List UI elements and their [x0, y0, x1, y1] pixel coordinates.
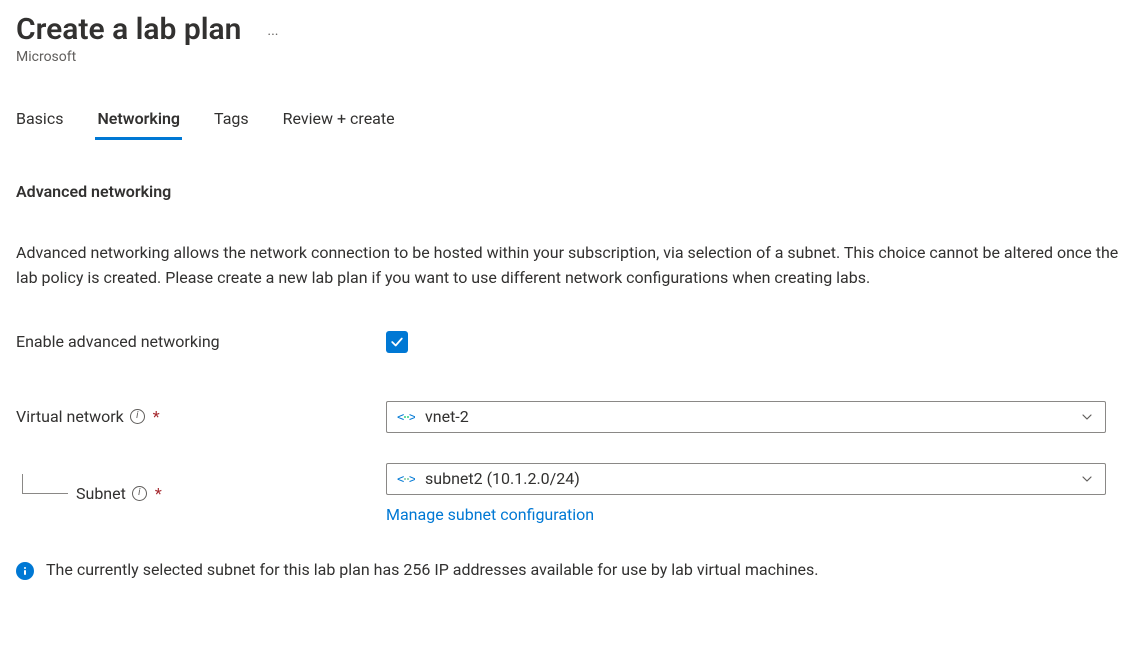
- page-header: Create a lab plan ···: [16, 12, 1128, 47]
- tree-indent-icon: [22, 474, 68, 494]
- tab-networking[interactable]: Networking: [97, 99, 180, 140]
- info-icon[interactable]: i: [130, 409, 145, 424]
- svg-text:>: >: [409, 411, 415, 423]
- page-subtitle: Microsoft: [16, 49, 1128, 65]
- row-virtual-network: Virtual network i * < > vnet-2: [16, 401, 1128, 433]
- chevron-down-icon: [1079, 471, 1095, 487]
- field-enable-advanced-networking: [386, 331, 1106, 353]
- enable-label-text: Enable advanced networking: [16, 332, 220, 351]
- field-subnet: < > subnet2 (10.1.2.0/24) Manage subnet …: [386, 463, 1106, 524]
- svg-text:>: >: [409, 473, 415, 485]
- subnet-label-text: Subnet: [76, 484, 126, 503]
- section-heading: Advanced networking: [16, 182, 1128, 201]
- row-enable-advanced-networking: Enable advanced networking: [16, 331, 1128, 353]
- subnet-info-text: The currently selected subnet for this l…: [46, 560, 819, 579]
- enable-advanced-networking-checkbox[interactable]: [386, 331, 408, 353]
- label-enable-advanced-networking: Enable advanced networking: [16, 332, 386, 351]
- label-subnet: Subnet i *: [16, 484, 386, 503]
- tab-review-create[interactable]: Review + create: [283, 99, 395, 140]
- wizard-tabs: Basics Networking Tags Review + create: [16, 99, 1128, 140]
- chevron-down-icon: [1079, 409, 1095, 425]
- vnet-icon: < >: [397, 410, 415, 424]
- required-icon: *: [153, 407, 160, 426]
- tab-basics[interactable]: Basics: [16, 99, 63, 140]
- row-subnet: Subnet i * < > subnet2 (10.1.2.0/24): [16, 463, 1128, 524]
- checkmark-icon: [390, 335, 404, 349]
- more-actions-button[interactable]: ···: [267, 17, 278, 43]
- required-icon: *: [155, 484, 162, 503]
- subnet-info-banner: The currently selected subnet for this l…: [16, 560, 1128, 580]
- page-title: Create a lab plan: [16, 12, 241, 47]
- info-badge-icon: [16, 562, 34, 580]
- section-description: Advanced networking allows the network c…: [16, 241, 1121, 291]
- virtual-network-dropdown[interactable]: < > vnet-2: [386, 401, 1106, 433]
- tab-tags[interactable]: Tags: [214, 99, 249, 140]
- manage-subnet-configuration-link[interactable]: Manage subnet configuration: [386, 505, 1106, 524]
- create-lab-plan-page: Create a lab plan ··· Microsoft Basics N…: [0, 0, 1144, 610]
- virtual-network-label-text: Virtual network: [16, 407, 124, 426]
- label-virtual-network: Virtual network i *: [16, 407, 386, 426]
- subnet-dropdown[interactable]: < > subnet2 (10.1.2.0/24): [386, 463, 1106, 495]
- virtual-network-value: vnet-2: [425, 407, 1069, 426]
- subnet-icon: < >: [397, 472, 415, 486]
- info-icon[interactable]: i: [132, 486, 147, 501]
- field-virtual-network: < > vnet-2: [386, 401, 1106, 433]
- svg-text:<: <: [397, 411, 404, 423]
- subnet-value: subnet2 (10.1.2.0/24): [425, 469, 1069, 488]
- svg-text:<: <: [397, 473, 404, 485]
